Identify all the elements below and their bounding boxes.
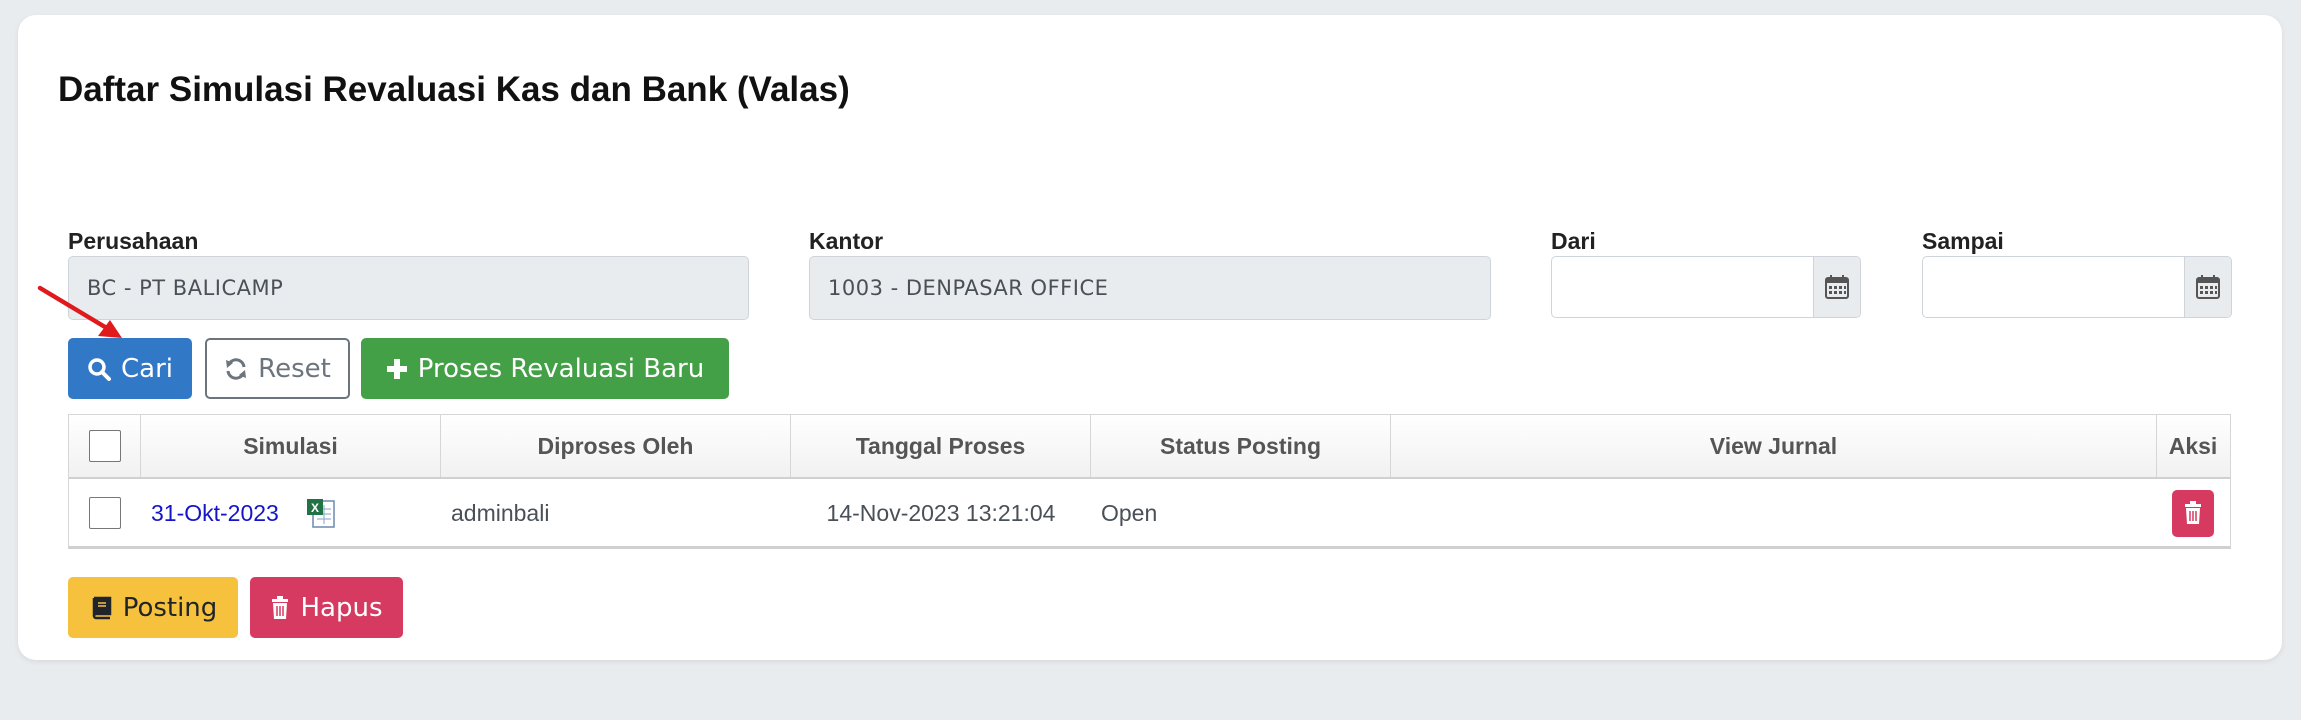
cari-label: Cari <box>121 353 173 384</box>
annotation-arrow-icon <box>37 285 122 338</box>
kantor-field[interactable]: 1003 - DENPASAR OFFICE <box>809 256 1491 320</box>
trash-icon <box>2185 501 2201 524</box>
kantor-label: Kantor <box>809 228 884 254</box>
header-aksi: Aksi <box>2168 432 2218 459</box>
delete-row-button[interactable] <box>2172 489 2214 537</box>
calendar-icon[interactable] <box>2184 257 2231 317</box>
aksi-cell <box>2157 479 2229 547</box>
view-jurnal-cell <box>1391 479 2157 547</box>
tanggal-proses-cell: 14-Nov-2023 13:21:04 <box>826 499 1056 526</box>
refresh-icon <box>226 357 247 380</box>
select-all-checkbox[interactable] <box>88 430 121 462</box>
status-posting-cell: Open <box>1101 499 1158 526</box>
proses-revaluasi-baru-button[interactable]: Proses Revaluasi Baru <box>361 338 729 399</box>
calendar-icon[interactable] <box>1813 257 1860 317</box>
table-header: Simulasi Diproses Oleh Tanggal Proses St… <box>69 415 2230 479</box>
simulasi-cell: 31-Okt-2023 X <box>151 479 441 547</box>
search-icon <box>88 357 111 381</box>
dari-label: Dari <box>1551 228 1596 254</box>
svg-text:X: X <box>311 501 319 515</box>
hapus-label: Hapus <box>300 592 383 623</box>
header-select-cell <box>69 415 141 477</box>
reset-label: Reset <box>258 353 331 384</box>
row-checkbox[interactable] <box>89 497 121 529</box>
sampai-date-field[interactable] <box>1922 256 2232 318</box>
header-diproses-oleh[interactable]: Diproses Oleh <box>441 415 791 477</box>
cari-button[interactable]: Cari <box>68 338 192 399</box>
dari-date-field[interactable] <box>1551 256 1861 318</box>
proses-label: Proses Revaluasi Baru <box>417 353 705 384</box>
perusahaan-label: Perusahaan <box>68 228 199 254</box>
table-row: 31-Okt-2023 X adminbali 14-Nov-2023 13:2… <box>69 479 2230 547</box>
header-tanggal-proses[interactable]: Tanggal Proses <box>791 415 1091 477</box>
simulasi-link[interactable]: 31-Okt-2023 <box>151 500 279 527</box>
diproses-oleh-cell: adminbali <box>451 499 550 526</box>
excel-file-icon[interactable]: X <box>305 497 337 529</box>
plus-icon <box>386 358 407 379</box>
perusahaan-field[interactable]: BC - PT BALICAMP <box>68 256 749 320</box>
header-status-posting[interactable]: Status Posting <box>1091 415 1391 477</box>
posting-button[interactable]: Posting <box>68 577 238 638</box>
row-select-cell <box>69 479 141 547</box>
trash-icon <box>272 595 289 619</box>
reset-button[interactable]: Reset <box>205 338 350 399</box>
posting-label: Posting <box>122 592 218 623</box>
header-view-jurnal[interactable]: View Jurnal <box>1391 415 2157 477</box>
hapus-button[interactable]: Hapus <box>250 577 403 638</box>
header-simulasi[interactable]: Simulasi <box>141 415 441 477</box>
book-icon <box>92 596 111 619</box>
main-card: Daftar Simulasi Revaluasi Kas dan Bank (… <box>18 15 2282 660</box>
simulasi-table: Simulasi Diproses Oleh Tanggal Proses St… <box>68 414 2231 549</box>
sampai-label: Sampai <box>1922 228 2004 254</box>
page-title: Daftar Simulasi Revaluasi Kas dan Bank (… <box>58 70 850 109</box>
